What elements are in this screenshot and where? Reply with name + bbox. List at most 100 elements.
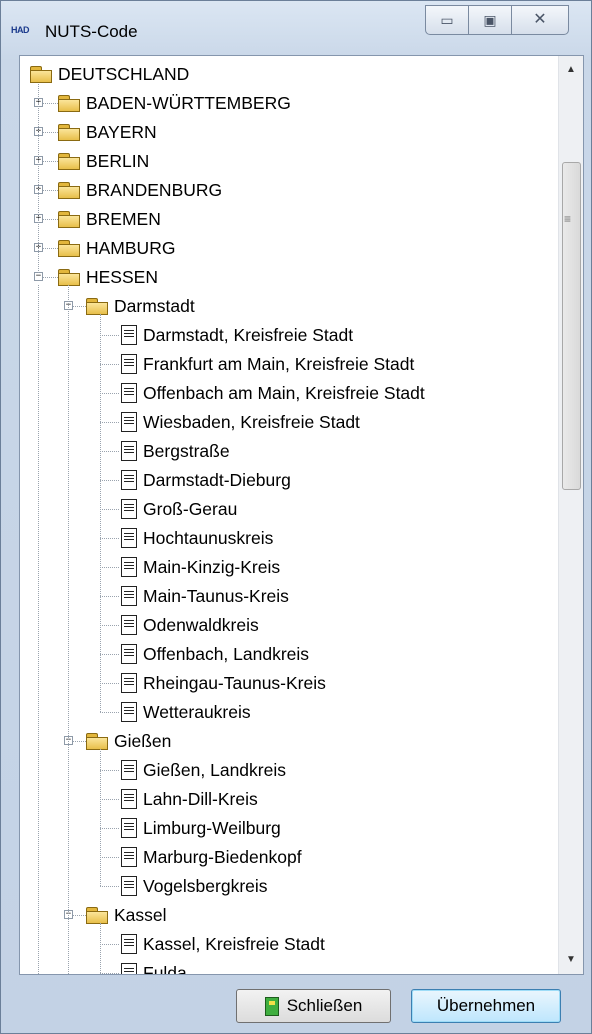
tree-connector <box>100 886 119 887</box>
folder-open-icon <box>58 269 80 286</box>
node-label: Main-Taunus-Kreis <box>143 585 289 606</box>
tree-node-district[interactable]: Offenbach, Landkreis <box>121 640 309 668</box>
folder-icon <box>58 182 80 199</box>
tree-connector <box>100 712 119 713</box>
node-label: Kassel, Kreisfreie Stadt <box>143 933 325 954</box>
document-icon <box>121 354 137 374</box>
minimize-button[interactable]: ▭ <box>425 5 469 35</box>
title-bar[interactable]: HAD NUTS-Code ▭ ▣ ✕ <box>1 1 591 55</box>
tree-node-district[interactable]: Limburg-Weilburg <box>121 814 281 842</box>
nuts-code-dialog: HAD NUTS-Code ▭ ▣ ✕ DEUTSCHLAND BADEN-WÜR… <box>0 0 592 1034</box>
tree-connector <box>43 277 58 278</box>
node-label: Gießen, Landkreis <box>143 759 286 780</box>
tree-node-district[interactable]: Odenwaldkreis <box>121 611 259 639</box>
tree-node-state[interactable]: BREMEN <box>58 205 161 233</box>
tree-node-district[interactable]: Lahn-Dill-Kreis <box>121 785 258 813</box>
tree-node-district[interactable]: Vogelsbergkreis <box>121 872 268 900</box>
tree-node-district[interactable]: Rheingau-Taunus-Kreis <box>121 669 326 697</box>
tree-connector <box>38 84 39 273</box>
tree-node-root[interactable]: DEUTSCHLAND <box>30 60 189 88</box>
tree-node-district[interactable]: Wiesbaden, Kreisfreie Stadt <box>121 408 360 436</box>
tree-connector <box>73 306 86 307</box>
tree-connector <box>38 285 39 974</box>
tree-connector <box>100 857 119 858</box>
tree-node-district[interactable]: Fulda <box>121 959 187 975</box>
tree-connector <box>100 451 119 452</box>
folder-icon <box>58 153 80 170</box>
tree-connector <box>100 683 119 684</box>
scroll-down-arrow-icon[interactable]: ▼ <box>559 948 583 972</box>
node-label: BERLIN <box>86 150 150 171</box>
apply-button[interactable]: Übernehmen <box>411 989 561 1023</box>
folder-icon <box>30 66 52 83</box>
document-icon <box>121 557 137 577</box>
document-icon <box>121 818 137 838</box>
tree-node-region[interactable]: Darmstadt <box>86 292 195 320</box>
folder-icon <box>86 733 108 750</box>
tree-node-district[interactable]: Hochtaunuskreis <box>121 524 273 552</box>
tree-connector <box>100 422 119 423</box>
tree-connector <box>100 770 119 771</box>
document-icon <box>121 499 137 519</box>
document-icon <box>121 412 137 432</box>
node-label: BAYERN <box>86 121 157 142</box>
node-label: Groß-Gerau <box>143 498 238 519</box>
close-window-button[interactable]: ✕ <box>511 5 569 35</box>
node-label: Fulda <box>143 962 187 975</box>
tree-connector <box>43 190 58 191</box>
collapse-icon[interactable]: − <box>34 272 43 281</box>
vertical-scrollbar[interactable]: ▲ ≡ ▼ <box>558 56 583 974</box>
tree-connector <box>68 285 69 974</box>
node-label: Darmstadt <box>114 295 195 316</box>
tree-node-region[interactable]: Kassel <box>86 901 167 929</box>
tree-connector <box>43 103 58 104</box>
tree-node-state[interactable]: BAYERN <box>58 118 157 146</box>
node-label: DEUTSCHLAND <box>58 63 190 84</box>
tree-connector <box>43 219 58 220</box>
document-icon <box>121 673 137 693</box>
node-label: HESSEN <box>86 266 158 287</box>
tree-content: DEUTSCHLAND BADEN-WÜRTTEMBERG + BAYERN + BERL… <box>20 56 560 974</box>
tree-node-district[interactable]: Wetteraukreis <box>121 698 251 726</box>
tree-node-state[interactable]: HAMBURG <box>58 234 175 262</box>
node-label: Main-Kinzig-Kreis <box>143 556 281 577</box>
tree-node-district[interactable]: Darmstadt-Dieburg <box>121 466 291 494</box>
scroll-up-arrow-icon[interactable]: ▲ <box>559 58 583 82</box>
maximize-button[interactable]: ▣ <box>468 5 512 35</box>
tree-node-state[interactable]: BERLIN <box>58 147 149 175</box>
exit-door-icon <box>264 996 279 1016</box>
document-icon <box>121 383 137 403</box>
folder-icon <box>58 240 80 257</box>
tree-node-district[interactable]: Darmstadt, Kreisfreie Stadt <box>121 321 353 349</box>
node-label: Limburg-Weilburg <box>143 817 281 838</box>
tree-node-state[interactable]: BRANDENBURG <box>58 176 222 204</box>
tree-node-district[interactable]: Kassel, Kreisfreie Stadt <box>121 930 325 958</box>
tree-node-state[interactable]: BADEN-WÜRTTEMBERG <box>58 89 291 117</box>
tree-connector <box>100 538 119 539</box>
close-button[interactable]: Schließen <box>236 989 391 1023</box>
tree-connector <box>100 596 119 597</box>
tree-connector <box>100 625 119 626</box>
folder-icon <box>58 211 80 228</box>
tree-node-district[interactable]: Frankfurt am Main, Kreisfreie Stadt <box>121 350 414 378</box>
tree-node-district[interactable]: Gießen, Landkreis <box>121 756 286 784</box>
tree-node-district[interactable]: Bergstraße <box>121 437 230 465</box>
tree-node-district[interactable]: Groß-Gerau <box>121 495 237 523</box>
node-label: Hochtaunuskreis <box>143 527 274 548</box>
tree-connector <box>100 749 101 886</box>
folder-icon <box>58 124 80 141</box>
tree-node-state[interactable]: HESSEN <box>58 263 158 291</box>
tree-node-region[interactable]: Gießen <box>86 727 171 755</box>
app-logo: HAD <box>11 25 30 35</box>
tree-connector <box>43 161 58 162</box>
document-icon <box>121 963 137 974</box>
tree-node-district[interactable]: Offenbach am Main, Kreisfreie Stadt <box>121 379 425 407</box>
tree-connector <box>73 915 86 916</box>
document-icon <box>121 441 137 461</box>
tree-node-district[interactable]: Main-Kinzig-Kreis <box>121 553 280 581</box>
node-label: Frankfurt am Main, Kreisfreie Stadt <box>143 353 415 374</box>
tree-node-district[interactable]: Main-Taunus-Kreis <box>121 582 289 610</box>
node-label: BRANDENBURG <box>86 179 223 200</box>
nuts-tree-view[interactable]: DEUTSCHLAND BADEN-WÜRTTEMBERG + BAYERN + BERL… <box>19 55 584 975</box>
tree-node-district[interactable]: Marburg-Biedenkopf <box>121 843 302 871</box>
